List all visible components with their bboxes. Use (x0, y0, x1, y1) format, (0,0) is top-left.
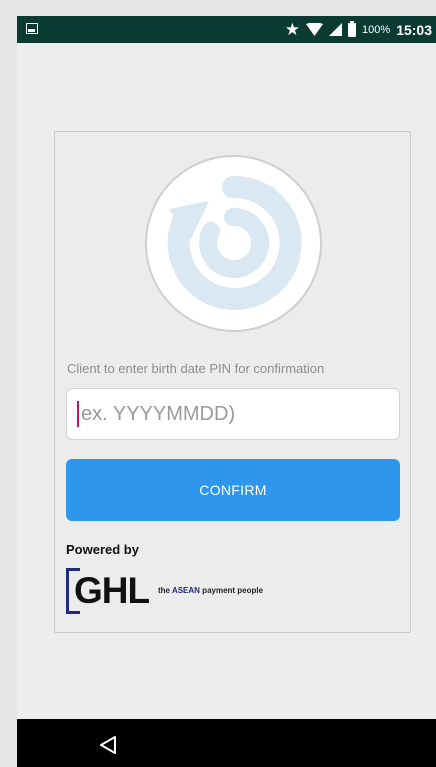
navigation-bar (17, 719, 436, 767)
ghl-wordmark: GHL (74, 570, 150, 611)
status-icons: ★ 100% 15:03 (285, 16, 432, 43)
confirmation-card: Client to enter birth date PIN for confi… (54, 131, 411, 633)
wifi-icon (306, 23, 324, 36)
back-triangle-icon[interactable] (96, 733, 120, 757)
star-icon: ★ (284, 20, 301, 39)
birth-date-pin-input[interactable] (66, 388, 400, 440)
refresh-circle-icon (145, 155, 322, 332)
battery-icon (348, 20, 357, 37)
status-bar: ★ 100% 15:03 (17, 16, 436, 43)
signal-icon (329, 23, 343, 36)
phone-screen: ★ 100% 15:03 Client to enter birth date … (17, 16, 436, 767)
text-cursor (77, 401, 79, 427)
pin-instruction: Client to enter birth date PIN for confi… (67, 361, 325, 376)
ghl-tagline: the ASEAN payment people (158, 586, 264, 595)
ghl-logo: GHL the ASEAN payment people (66, 568, 311, 614)
gallery-icon (26, 23, 38, 34)
confirm-button[interactable]: CONFIRM (66, 459, 400, 521)
battery-percent: 100% (362, 23, 391, 36)
powered-by-label: Powered by (66, 542, 139, 557)
clock: 15:03 (396, 21, 432, 38)
